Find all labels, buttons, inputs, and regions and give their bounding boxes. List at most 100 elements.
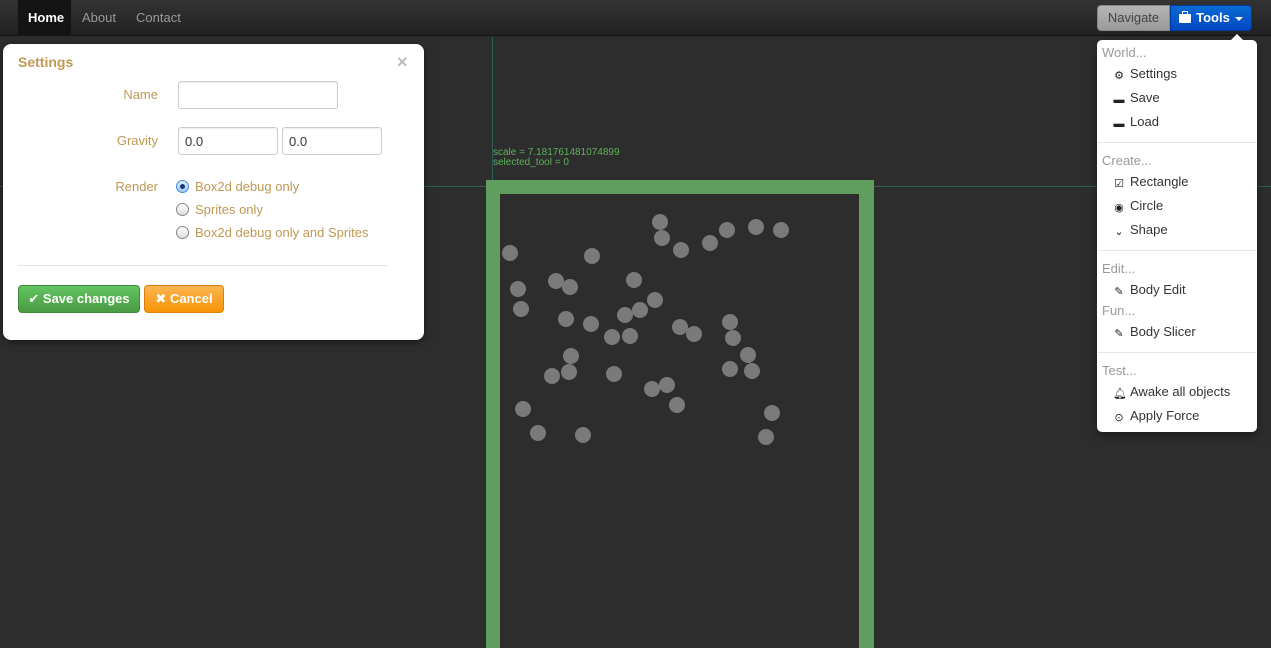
render-option-box2d[interactable]: Box2d debug only	[176, 179, 299, 194]
radio-button[interactable]	[176, 180, 189, 193]
physics-ball[interactable]	[722, 314, 738, 330]
render-option-label: Sprites only	[195, 202, 263, 217]
bell-icon: 🔔︎	[1113, 388, 1127, 400]
physics-ball[interactable]	[583, 316, 599, 332]
gear-icon: ⚙	[1114, 70, 1124, 82]
radio-button[interactable]	[176, 203, 189, 216]
physics-ball[interactable]	[561, 364, 577, 380]
physics-ball[interactable]	[644, 381, 660, 397]
render-option-both[interactable]: Box2d debug only and Sprites	[176, 225, 368, 240]
menu-item-save[interactable]: ▬ Save	[1113, 90, 1160, 106]
physics-ball[interactable]	[722, 361, 738, 377]
render-option-label: Box2d debug only	[195, 179, 300, 194]
caret-down-icon	[1234, 16, 1243, 21]
menu-item-body-slicer[interactable]: ✎ Body Slicer	[1113, 324, 1196, 340]
divider	[18, 265, 388, 266]
menu-item-settings[interactable]: ⚙ Settings	[1113, 66, 1177, 82]
cancel-button[interactable]: ✖ Cancel	[144, 285, 224, 313]
physics-ball[interactable]	[654, 230, 670, 246]
physics-ball[interactable]	[515, 401, 531, 417]
physics-ball[interactable]	[764, 405, 780, 421]
tools-dropdown-menu: World... ⚙ Settings ▬ Save ▬ Load Create...…	[1097, 34, 1257, 432]
physics-ball[interactable]	[617, 307, 633, 323]
render-option-sprites[interactable]: Sprites only	[176, 202, 263, 217]
folder-open-icon: ▬	[1113, 118, 1125, 130]
check-circle-icon: ◉	[1114, 202, 1124, 214]
cross-icon: ✖	[155, 291, 167, 306]
menu-item-shape[interactable]: ⌄ Shape	[1113, 222, 1168, 238]
physics-ball[interactable]	[563, 348, 579, 364]
top-wall[interactable]	[486, 180, 866, 194]
save-changes-button[interactable]: ✔ Save changes	[18, 285, 140, 313]
menu-item-label: Awake all objects	[1130, 384, 1231, 399]
menu-item-label: Body Slicer	[1130, 324, 1196, 339]
physics-ball[interactable]	[740, 347, 756, 363]
physics-ball[interactable]	[652, 214, 668, 230]
physics-ball[interactable]	[575, 427, 591, 443]
name-label: Name	[123, 87, 158, 102]
name-input[interactable]	[178, 81, 338, 109]
render-option-label: Box2d debug only and Sprites	[195, 225, 369, 240]
physics-ball[interactable]	[686, 326, 702, 342]
chevron-down-icon: ⌄	[1114, 226, 1124, 238]
physics-ball[interactable]	[719, 222, 735, 238]
tools-dropdown-button[interactable]: Tools	[1170, 5, 1252, 31]
physics-ball[interactable]	[604, 329, 620, 345]
physics-ball[interactable]	[584, 248, 600, 264]
menu-item-apply-force[interactable]: ⊙ Apply Force	[1113, 408, 1199, 424]
physics-ball[interactable]	[606, 366, 622, 382]
left-wall[interactable]	[486, 180, 500, 648]
physics-ball[interactable]	[702, 235, 718, 251]
physics-ball[interactable]	[626, 272, 642, 288]
physics-ball[interactable]	[758, 429, 774, 445]
menu-item-label: Circle	[1130, 198, 1164, 213]
menu-item-load[interactable]: ▬ Load	[1113, 114, 1159, 130]
edit-header: Edit...	[1102, 261, 1136, 276]
menu-item-body-edit[interactable]: ✎ Body Edit	[1113, 282, 1185, 298]
physics-ball[interactable]	[669, 397, 685, 413]
physics-ball[interactable]	[510, 281, 526, 297]
close-icon[interactable]: ×	[397, 52, 408, 73]
physics-ball[interactable]	[673, 242, 689, 258]
physics-ball[interactable]	[544, 368, 560, 384]
menu-item-rectangle[interactable]: ☑ Rectangle	[1113, 174, 1189, 190]
physics-ball[interactable]	[558, 311, 574, 327]
briefcase-icon	[1179, 11, 1192, 23]
create-header: Create...	[1102, 153, 1152, 168]
save-label: Save changes	[42, 291, 130, 306]
physics-ball[interactable]	[622, 328, 638, 344]
fun-header: Fun...	[1102, 303, 1136, 318]
nav-about[interactable]: About	[72, 0, 126, 36]
gravity-x-input[interactable]	[178, 127, 278, 155]
menu-item-label: Save	[1130, 90, 1160, 105]
menu-item-circle[interactable]: ◉ Circle	[1113, 198, 1163, 214]
physics-ball[interactable]	[647, 292, 663, 308]
menu-item-label: Rectangle	[1130, 174, 1189, 189]
physics-ball[interactable]	[562, 279, 578, 295]
debug-info: scale = 7.181761481074899 selected_tool …	[493, 148, 620, 168]
right-wall[interactable]	[859, 180, 874, 648]
physics-ball[interactable]	[725, 330, 741, 346]
physics-ball[interactable]	[659, 377, 675, 393]
navigate-button[interactable]: Navigate	[1097, 5, 1170, 31]
menu-item-awake-all[interactable]: 🔔︎ Awake all objects	[1113, 384, 1230, 400]
physics-ball[interactable]	[773, 222, 789, 238]
menu-item-label: Apply Force	[1130, 408, 1200, 423]
nav-contact[interactable]: Contact	[126, 0, 191, 36]
nav-home[interactable]: Home	[18, 0, 71, 36]
physics-ball[interactable]	[632, 302, 648, 318]
radio-button[interactable]	[176, 226, 189, 239]
physics-ball[interactable]	[530, 425, 546, 441]
physics-ball[interactable]	[502, 245, 518, 261]
check-icon: ✔	[28, 291, 40, 306]
pencil-icon: ✎	[1114, 286, 1124, 298]
render-label: Render	[115, 179, 158, 194]
cancel-label: Cancel	[169, 291, 213, 306]
physics-ball[interactable]	[744, 363, 760, 379]
menu-item-label: Shape	[1130, 222, 1168, 237]
gravity-y-input[interactable]	[282, 127, 382, 155]
menu-item-label: Load	[1130, 114, 1159, 129]
world-header: World...	[1102, 45, 1147, 60]
physics-ball[interactable]	[513, 301, 529, 317]
physics-ball[interactable]	[748, 219, 764, 235]
